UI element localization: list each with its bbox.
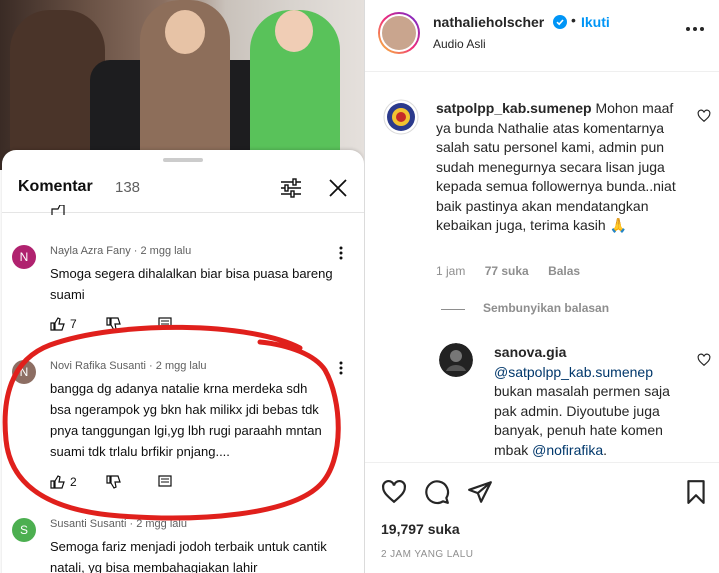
comment-time: 2 mgg lalu	[155, 360, 207, 372]
reply-button[interactable]: Balas	[548, 264, 580, 278]
comment-username[interactable]: sanova.gia	[494, 344, 566, 360]
heart-icon[interactable]	[381, 479, 407, 505]
divider-line	[441, 309, 465, 310]
partial-actions-row	[51, 205, 65, 215]
youtube-screenshot: Komentar 138 N Nayla Azra Fany · 2 mgg l…	[0, 0, 364, 573]
thumb-down-icon[interactable]	[106, 475, 122, 489]
audio-label[interactable]: Audio Asli	[433, 37, 486, 51]
comment-actions: 7	[50, 317, 210, 333]
heart-icon[interactable]	[697, 353, 711, 367]
comment-body: sanova.gia @satpolpp_kab.sumenep bukan m…	[494, 343, 679, 460]
avatar[interactable]: S	[12, 518, 36, 542]
person-right	[250, 10, 340, 170]
comment-time: 2 mgg lalu	[140, 245, 192, 257]
comment-count: 138	[115, 179, 141, 196]
reply-icon[interactable]	[158, 475, 172, 489]
comment-text-end: .	[603, 441, 608, 458]
comment-meta: Novi Rafika Susanti · 2 mgg lalu	[50, 360, 207, 372]
like-count: 7	[70, 317, 77, 331]
more-vert-icon[interactable]	[336, 360, 346, 376]
thumb-up-icon[interactable]	[50, 475, 66, 489]
post-actions: 19,797 suka 2 JAM YANG LALU	[365, 462, 719, 573]
heart-icon[interactable]	[697, 109, 711, 123]
hide-replies-toggle[interactable]: Sembunyikan balasan	[441, 301, 701, 317]
like-count: 2	[70, 475, 77, 489]
comment-author[interactable]: Nayla Azra Fany	[50, 245, 131, 257]
avatar[interactable]	[383, 99, 419, 135]
filter-icon[interactable]	[280, 178, 302, 198]
avatar[interactable]	[439, 343, 473, 377]
dot-separator: •	[571, 12, 576, 28]
hide-replies-label: Sembunyikan balasan	[483, 301, 610, 315]
comment-body: satpolpp_kab.sumenep Mohon maaf ya bunda…	[436, 99, 686, 236]
post-time: 2 JAM YANG LALU	[381, 549, 474, 560]
comment-meta: Susanti Susanti · 2 mgg lalu	[50, 518, 187, 530]
share-icon[interactable]	[467, 479, 493, 505]
comments-sheet: Komentar 138 N Nayla Azra Fany · 2 mgg l…	[2, 150, 364, 573]
post-username[interactable]: nathalieholscher	[433, 14, 544, 30]
comment-text: Smoga segera dihalalkan biar bisa puasa …	[50, 266, 333, 302]
comment-author[interactable]: Susanti Susanti	[50, 518, 126, 530]
person-center	[140, 0, 230, 170]
more-vert-icon[interactable]	[336, 245, 346, 261]
thumb-down-icon[interactable]	[106, 317, 122, 331]
sheet-title: Komentar	[18, 178, 93, 195]
meta-separator: ·	[126, 518, 137, 530]
avatar[interactable]: N	[12, 360, 36, 384]
thumb-up-icon[interactable]	[50, 317, 66, 331]
comment-username[interactable]: satpolpp_kab.sumenep	[436, 100, 592, 116]
comment-text: Mohon maaf ya bunda Nathalie atas koment…	[436, 100, 676, 233]
close-icon[interactable]	[328, 178, 348, 198]
sheet-drag-handle[interactable]	[163, 158, 203, 162]
comment-time: 1 jam	[436, 264, 466, 278]
comment-icon[interactable]	[424, 479, 450, 505]
comment-author[interactable]: Novi Rafika Susanti	[50, 360, 146, 372]
avatar[interactable]	[378, 12, 420, 54]
comment-text: bangga dg adanya natalie krna merdeka sd…	[50, 381, 322, 459]
follow-button[interactable]: Ikuti	[581, 14, 610, 30]
mention-link[interactable]: @satpolpp_kab.sumenep	[494, 364, 653, 380]
bookmark-icon[interactable]	[683, 479, 709, 505]
comment-time: 2 mgg lalu	[136, 518, 187, 530]
mention-link[interactable]: @nofirafika	[532, 442, 603, 458]
avatar[interactable]: N	[12, 245, 36, 269]
sheet-header: Komentar 138	[18, 178, 352, 198]
comment-actions: 2	[50, 475, 210, 491]
reply-icon[interactable]	[158, 317, 172, 331]
comment-meta: 1 jam 77 suka Balas	[436, 264, 596, 278]
verified-icon	[553, 15, 567, 29]
comment-meta: Nayla Azra Fany · 2 mgg lalu	[50, 245, 191, 257]
instagram-panel: nathalieholscher • Ikuti Audio Asli satp…	[364, 0, 719, 573]
comment-likes[interactable]: 77 suka	[485, 264, 529, 278]
post-header: nathalieholscher • Ikuti Audio Asli	[365, 0, 719, 72]
more-horiz-icon[interactable]	[685, 26, 705, 32]
like-count[interactable]: 19,797 suka	[381, 521, 460, 537]
comment-text: Semoga fariz menjadi jodoh terbaik untuk…	[50, 539, 327, 573]
meta-separator: ·	[146, 360, 156, 372]
video-thumbnail	[0, 0, 364, 170]
